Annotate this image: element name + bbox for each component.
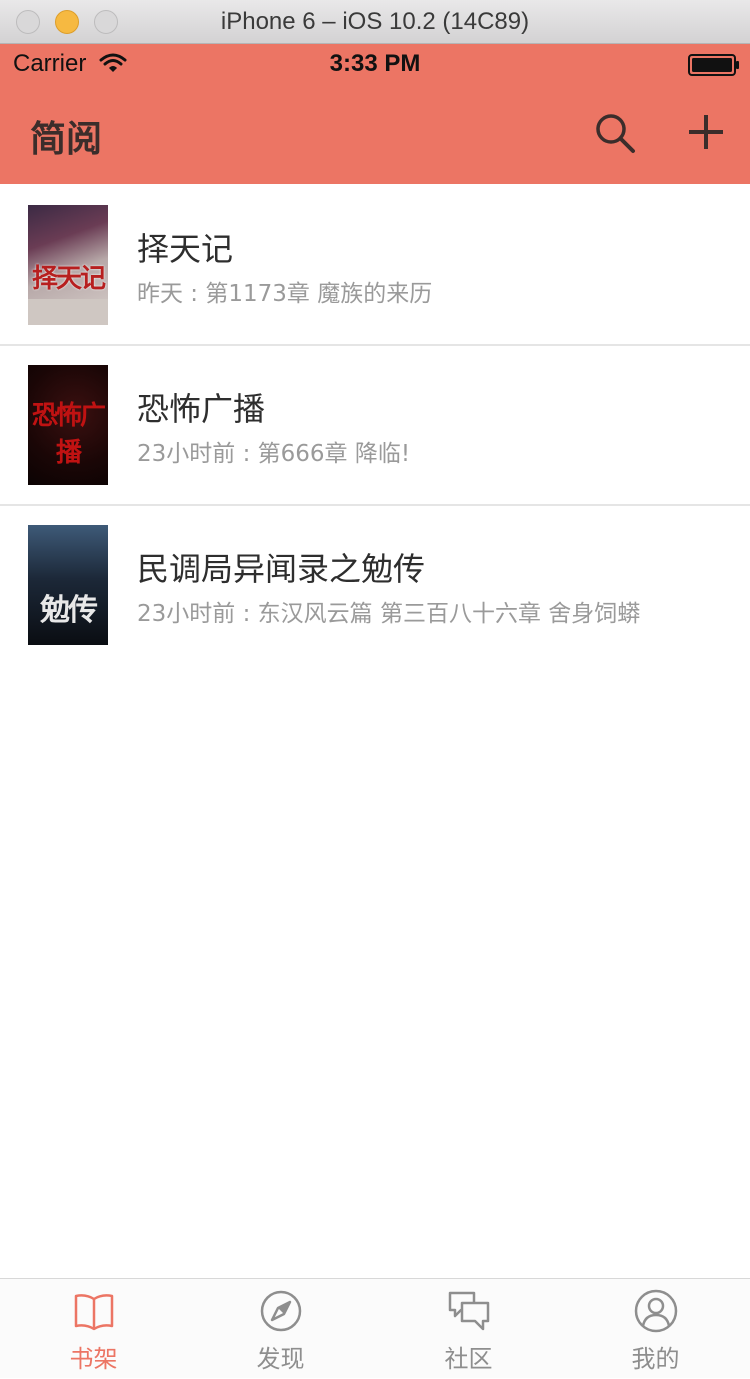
add-icon[interactable] bbox=[686, 112, 726, 152]
cover-title: 择天记 bbox=[31, 264, 106, 294]
tab-label: 书架 bbox=[69, 1345, 118, 1373]
tab-label: 发现 bbox=[256, 1345, 305, 1373]
status-time: 3:33 PM bbox=[329, 50, 421, 77]
cover-title: 恐怖广播 bbox=[31, 401, 106, 468]
compass-icon bbox=[260, 1290, 301, 1332]
book-title: 择天记 bbox=[137, 230, 234, 268]
tab-discover[interactable]: 发现 bbox=[187, 1279, 374, 1379]
book-row[interactable]: 择天记 择天记 昨天 : 第1173章 魔族的来历 bbox=[0, 186, 750, 346]
nav-title: 简阅 bbox=[30, 119, 103, 160]
book-title: 恐怖广播 bbox=[137, 390, 266, 428]
book-cover: 恐怖广播 bbox=[28, 365, 108, 485]
chat-bubbles-icon bbox=[448, 1291, 489, 1331]
tab-bar: 书架 发现 社区 我的 bbox=[0, 1278, 750, 1378]
bookshelf-list: 择天记 择天记 昨天 : 第1173章 魔族的来历 恐怖广播 恐怖广播 23小时… bbox=[0, 186, 750, 666]
book-latest-chapter: 昨天 : 第1173章 魔族的来历 bbox=[137, 281, 433, 307]
cover-title: 勉传 bbox=[40, 593, 98, 628]
book-title: 民调局异闻录之勉传 bbox=[137, 550, 426, 588]
book-latest-chapter: 23小时前 : 第666章 降临! bbox=[137, 441, 411, 467]
book-row[interactable]: 勉传 民调局异闻录之勉传 23小时前 : 东汉风云篇 第三百八十六章 舍身饲蟒 bbox=[0, 506, 750, 666]
book-latest-chapter: 23小时前 : 东汉风云篇 第三百八十六章 舍身饲蟒 bbox=[137, 601, 641, 627]
book-icon bbox=[74, 1294, 113, 1331]
book-cover: 勉传 bbox=[28, 525, 108, 645]
tab-label: 社区 bbox=[444, 1345, 493, 1373]
battery-icon bbox=[688, 54, 739, 76]
book-row[interactable]: 恐怖广播 恐怖广播 23小时前 : 第666章 降临! bbox=[0, 346, 750, 506]
tab-profile[interactable]: 我的 bbox=[562, 1279, 749, 1379]
search-icon[interactable] bbox=[594, 112, 636, 154]
window-title: iPhone 6 – iOS 10.2 (14C89) bbox=[220, 8, 530, 35]
tab-community[interactable]: 社区 bbox=[375, 1279, 562, 1379]
book-cover: 择天记 bbox=[28, 205, 108, 325]
simulator-titlebar: iPhone 6 – iOS 10.2 (14C89) bbox=[0, 0, 750, 44]
tab-bookshelf[interactable]: 书架 bbox=[0, 1279, 187, 1379]
cover-band bbox=[28, 299, 108, 325]
user-icon bbox=[634, 1289, 677, 1333]
tab-label: 我的 bbox=[631, 1345, 680, 1373]
